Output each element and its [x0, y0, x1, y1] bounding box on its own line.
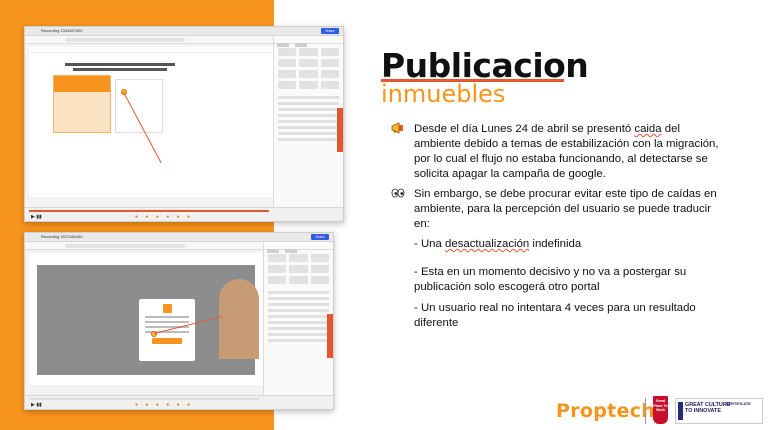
url-bar: [25, 36, 273, 44]
plan-card-basic: [53, 75, 111, 133]
bullet-text-2: Sin embargo, se debe procurar evitar est…: [414, 188, 717, 230]
list-item: - Esta en un momento decisivo y no va a …: [414, 266, 687, 293]
event-markers: ● ● ● ● ● ●: [135, 214, 194, 220]
share-button[interactable]: Share: [321, 28, 339, 34]
proptech-logo: Proptech: [556, 400, 656, 422]
recording-topbar: Recording 2334597400 Share: [25, 27, 343, 36]
playback-bar: ▶ ▮▮ ● ● ● ● ● ●: [25, 207, 343, 221]
list-item: - Una desactualización indefinida: [414, 238, 582, 250]
recorded-page-viewport: [29, 47, 273, 197]
hero-text-line: [73, 68, 167, 71]
recorded-page-viewport: [29, 253, 263, 385]
play-icon[interactable]: ▶ ▮▮: [31, 214, 42, 220]
slide-subtitle: inmuebles: [381, 80, 506, 108]
url-bar: [25, 242, 263, 250]
footer-divider: [645, 398, 646, 424]
recording-info-sidebar: [263, 242, 333, 395]
playback-bar: ▶ ▮▮ ● ● ● ● ● ●: [25, 395, 333, 409]
recording-title: Recording 2334597400: [41, 28, 83, 33]
recording-title: Recording 3972381060: [41, 234, 83, 239]
eyes-icon: [391, 188, 405, 198]
session-recording-screenshot-top: Recording 2334597400 Share ▶ ▮▮ ● ● ● ● …: [24, 26, 344, 222]
play-icon[interactable]: ▶ ▮▮: [31, 402, 42, 408]
hero-text-line: [65, 63, 175, 66]
share-button[interactable]: Share: [311, 234, 329, 240]
great-place-to-work-badge: Great Place To Work: [653, 396, 668, 424]
playback-progress[interactable]: [29, 398, 259, 400]
bullet-text-1: Desde el día Lunes 24 de abril se presen…: [414, 123, 719, 180]
megaphone-icon: [391, 122, 403, 134]
event-markers: ● ● ● ● ● ●: [135, 402, 194, 408]
great-culture-badge: GREAT CULTURE TO INNOVATE CERTIFICATE: [675, 398, 763, 424]
hero-person-image: [219, 279, 259, 359]
recording-topbar: Recording 3972381060 Share: [25, 233, 333, 242]
recording-info-sidebar: [273, 36, 343, 207]
playback-progress[interactable]: [29, 210, 269, 212]
list-item: - Un usuario real no intentara 4 veces p…: [414, 302, 696, 329]
slide: Recording 2334597400 Share ▶ ▮▮ ● ● ● ● …: [0, 0, 768, 430]
session-recording-screenshot-bottom: Recording 3972381060 Share ▶ ▮▮ ● ● ● ● …: [24, 232, 334, 410]
plan-card-free: [115, 79, 163, 133]
